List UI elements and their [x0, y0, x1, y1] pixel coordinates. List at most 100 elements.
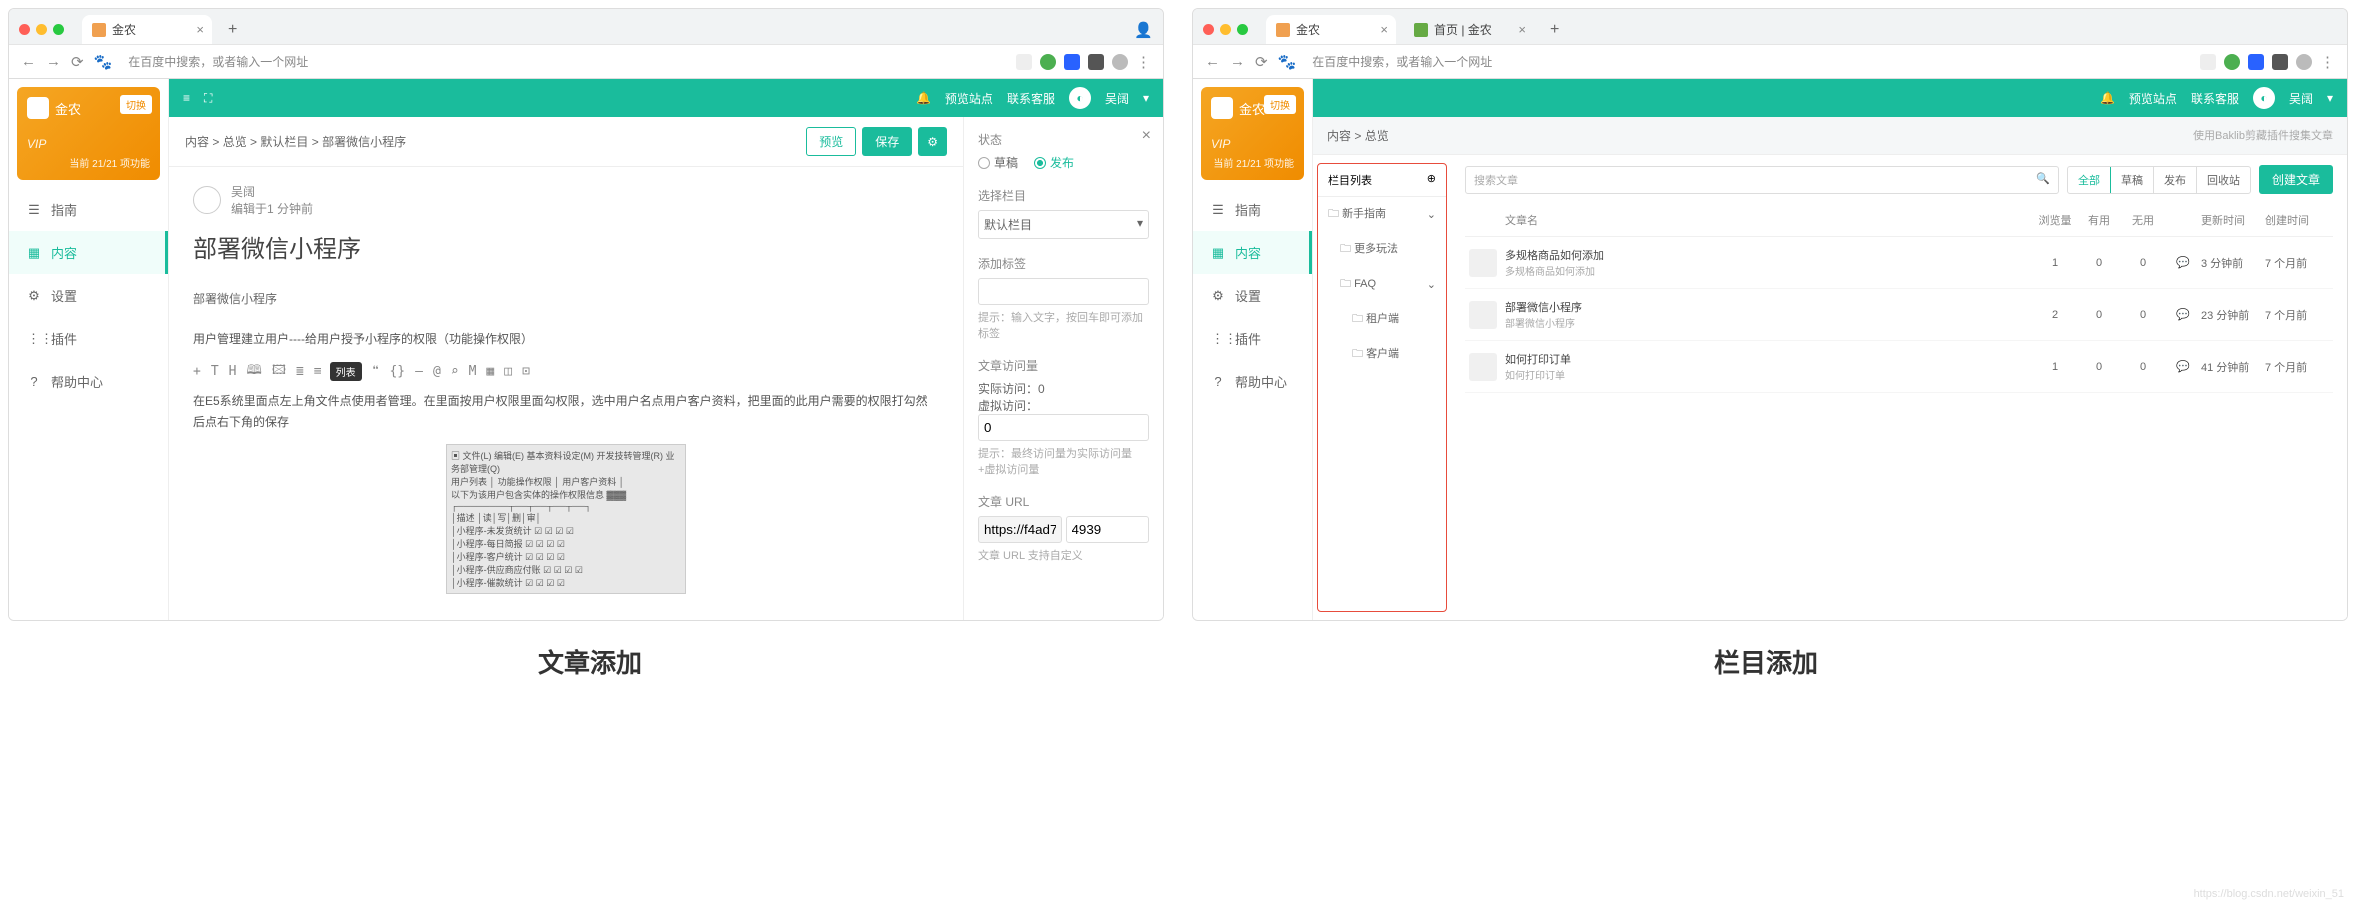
crumb-content[interactable]: 内容 [1327, 129, 1351, 143]
filter-draft[interactable]: 草稿 [2111, 167, 2154, 193]
window-controls[interactable] [19, 24, 64, 35]
tool-code[interactable]: {} [389, 364, 405, 379]
crumb-column[interactable]: 默认栏目 [260, 135, 308, 149]
radio-publish[interactable]: 发布 [1034, 154, 1074, 171]
back-icon[interactable]: ← [1205, 53, 1220, 70]
comment-icon[interactable]: 💬 [2165, 308, 2201, 321]
site-info-icon[interactable]: 🐾 [1278, 53, 1297, 71]
new-tab-button[interactable]: + [1542, 17, 1567, 43]
site-info-icon[interactable]: 🐾 [94, 53, 113, 71]
tool-hr[interactable]: — [415, 364, 423, 379]
new-tab-button[interactable]: + [220, 17, 245, 43]
close-icon[interactable]: × [196, 22, 204, 37]
preview-button[interactable]: 预览 [806, 127, 856, 156]
browser-tab[interactable]: 金农× [82, 15, 212, 44]
save-button[interactable]: 保存 [862, 127, 912, 156]
contact-link[interactable]: 联系客服 [1007, 90, 1055, 107]
avatar[interactable]: ◐ [2253, 87, 2275, 109]
close-icon[interactable]: × [1380, 22, 1388, 37]
nav-help[interactable]: ?帮助中心 [9, 360, 168, 403]
tool-quote[interactable]: ❝ [372, 364, 380, 379]
col-item-more[interactable]: 🗀 更多玩法 [1318, 232, 1446, 267]
close-icon[interactable]: × [1518, 22, 1526, 37]
table-row[interactable]: 如何打印订单如何打印订单 100 💬 41 分钟前7 个月前 [1465, 341, 2333, 393]
col-item-client[interactable]: 🗀 客户端 [1318, 337, 1446, 372]
col-item-faq[interactable]: 🗀 FAQ⌄ [1318, 267, 1446, 302]
nav-settings[interactable]: ⚙设置 [9, 274, 168, 317]
add-column-icon[interactable]: ⊕ [1427, 172, 1436, 188]
tool-ul[interactable]: ≡ [314, 364, 322, 379]
fullscreen-icon[interactable]: ⛶ [204, 91, 212, 106]
url-id-input[interactable] [1066, 516, 1150, 543]
contact-link[interactable]: 联系客服 [2191, 90, 2239, 107]
nav-guide[interactable]: ☰指南 [9, 188, 168, 231]
nav-help[interactable]: ?帮助中心 [1193, 360, 1312, 403]
menu-icon[interactable]: ≡ [183, 91, 190, 105]
nav-guide[interactable]: ☰指南 [1193, 188, 1312, 231]
avatar[interactable]: ◐ [1069, 87, 1091, 109]
settings-toggle-button[interactable]: ⚙ [918, 127, 947, 156]
tag-input[interactable] [978, 278, 1149, 305]
tool-heading[interactable]: H [229, 364, 237, 379]
article-subtitle[interactable]: 部署微信小程序 [193, 290, 939, 307]
reload-icon[interactable]: ⟳ [71, 53, 84, 71]
crumb-overview[interactable]: 总览 [1365, 129, 1389, 143]
comment-icon[interactable]: 💬 [2165, 360, 2201, 373]
col-item-guide[interactable]: 🗀 新手指南⌄ [1318, 197, 1446, 232]
username[interactable]: 吴阔 [1105, 90, 1129, 107]
tool-ol[interactable]: ≣ [296, 364, 304, 379]
window-controls[interactable] [1203, 24, 1248, 35]
filter-publish[interactable]: 发布 [2154, 167, 2197, 193]
comment-icon[interactable]: 💬 [2165, 256, 2201, 269]
tool-columns[interactable]: ◫ [504, 364, 512, 379]
nav-settings[interactable]: ⚙设置 [1193, 274, 1312, 317]
tool-add[interactable]: + [193, 364, 201, 379]
filter-all[interactable]: 全部 [2068, 167, 2111, 193]
address-bar[interactable]: 在百度中搜索，或者输入一个网址 [122, 51, 1006, 72]
account-icon[interactable]: 👤 [1134, 21, 1153, 39]
paragraph-2[interactable]: 在E5系统里面点左上角文件点使用者管理。在里面按用户权限里面勾权限，选中用户名点… [193, 391, 939, 434]
extension-icons[interactable]: ⋮ [2200, 53, 2335, 71]
tool-image[interactable]: 🖾 [272, 361, 286, 383]
table-row[interactable]: 多规格商品如何添加多规格商品如何添加 100 💬 3 分钟前7 个月前 [1465, 237, 2333, 289]
tool-mention[interactable]: @ [433, 364, 441, 379]
preview-site-link[interactable]: 预览站点 [2129, 90, 2177, 107]
radio-draft[interactable]: 草稿 [978, 154, 1018, 171]
virt-visits-input[interactable] [978, 414, 1149, 441]
create-article-button[interactable]: 创建文章 [2259, 165, 2333, 194]
table-row[interactable]: 部署微信小程序部署微信小程序 200 💬 23 分钟前7 个月前 [1465, 289, 2333, 341]
tool-book[interactable]: 🕮 [246, 361, 261, 383]
column-select[interactable]: 默认栏目▾ [978, 210, 1149, 239]
switch-button[interactable]: 切换 [1264, 95, 1296, 114]
tool-text[interactable]: T [211, 364, 219, 379]
crumb-content[interactable]: 内容 [185, 135, 209, 149]
username[interactable]: 吴阔 [2289, 90, 2313, 107]
tool-link[interactable]: ⌕ [451, 364, 459, 379]
bell-icon[interactable]: 🔔 [2100, 91, 2115, 105]
paragraph-1[interactable]: 用户管理建立用户----给用户授予小程序的权限（功能操作权限） [193, 329, 939, 351]
browser-tab-1[interactable]: 金农× [1266, 15, 1396, 44]
nav-content[interactable]: ▦内容 [1193, 231, 1312, 274]
preview-site-link[interactable]: 预览站点 [945, 90, 993, 107]
extension-icons[interactable]: ⋮ [1016, 53, 1151, 71]
embedded-image[interactable]: ▣ 文件(L) 编辑(E) 基本资料设定(M) 开发技转管理(R) 业务部管理(… [446, 444, 686, 594]
search-input[interactable]: 搜索文章🔍 [1465, 166, 2059, 194]
switch-button[interactable]: 切换 [120, 95, 152, 114]
tool-embed[interactable]: ⊡ [522, 364, 530, 379]
close-panel-icon[interactable]: × [1142, 127, 1151, 145]
reload-icon[interactable]: ⟳ [1255, 53, 1268, 71]
tool-m[interactable]: M [469, 364, 477, 379]
crumb-overview[interactable]: 总览 [223, 135, 247, 149]
back-icon[interactable]: ← [21, 53, 36, 70]
forward-icon[interactable]: → [1230, 53, 1245, 70]
forward-icon[interactable]: → [46, 53, 61, 70]
nav-plugins[interactable]: ⋮⋮插件 [9, 317, 168, 360]
col-item-tenant[interactable]: 🗀 租户端 [1318, 302, 1446, 337]
article-title[interactable]: 部署微信小程序 [193, 229, 939, 264]
bell-icon[interactable]: 🔔 [916, 91, 931, 105]
filter-trash[interactable]: 回收站 [2197, 167, 2250, 193]
address-bar[interactable]: 在百度中搜索，或者输入一个网址 [1306, 51, 2190, 72]
nav-content[interactable]: ▦内容 [9, 231, 168, 274]
nav-plugins[interactable]: ⋮⋮插件 [1193, 317, 1312, 360]
tool-table[interactable]: ▦ [486, 364, 494, 379]
